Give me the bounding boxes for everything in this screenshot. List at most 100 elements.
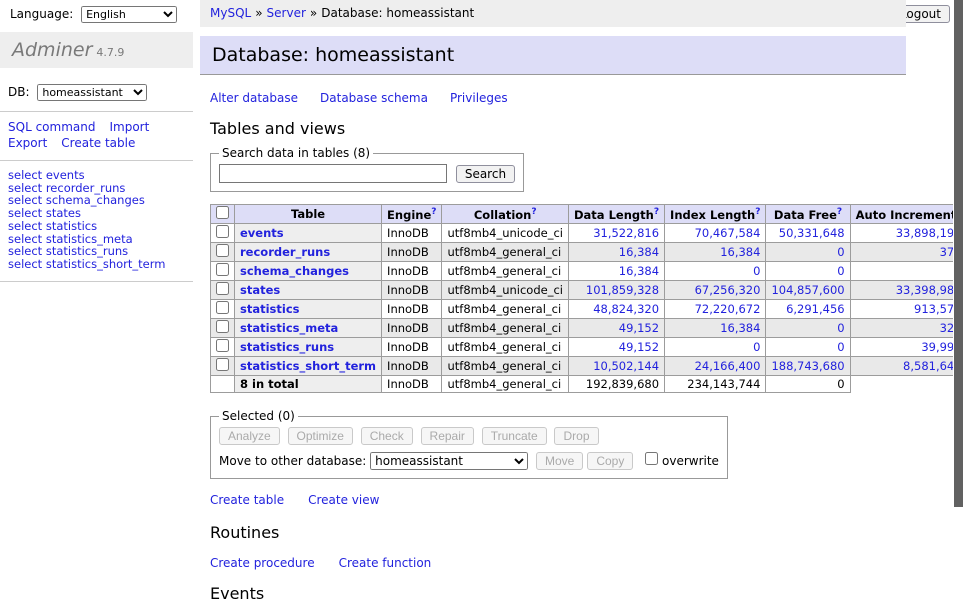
- index-length-cell-link[interactable]: 16,384: [720, 321, 760, 335]
- overwrite-checkbox[interactable]: [645, 452, 658, 465]
- column-header-label: Data Length: [574, 207, 654, 221]
- help-link[interactable]: ?: [755, 207, 760, 217]
- auto-increment-cell: 6: [850, 262, 966, 281]
- table-name-link[interactable]: statistics: [240, 302, 300, 316]
- db-nav-alter-database[interactable]: Alter database: [210, 91, 298, 105]
- data-free-cell: 0: [766, 262, 850, 281]
- auto-increment-cell: 8,581,645: [850, 357, 966, 376]
- table-name-link[interactable]: events: [240, 226, 284, 240]
- search-legend: Search data in tables (8): [219, 146, 373, 160]
- create-function-link[interactable]: Create function: [339, 556, 432, 570]
- table-name-cell: statistics_runs: [235, 338, 382, 357]
- data-free-cell-link[interactable]: 0: [837, 340, 844, 354]
- language-select[interactable]: English: [81, 6, 177, 23]
- breadcrumb-link[interactable]: Server: [267, 6, 306, 20]
- data-length-cell-link[interactable]: 31,522,816: [593, 226, 659, 240]
- collation-cell: utf8mb4_general_ci: [442, 262, 569, 281]
- index-length-cell-link[interactable]: 0: [753, 264, 760, 278]
- data-free-cell-link[interactable]: 104,857,600: [771, 283, 844, 297]
- data-free-cell-link[interactable]: 0: [837, 245, 844, 259]
- row-checkbox[interactable]: [216, 244, 229, 257]
- check-button[interactable]: Check: [361, 427, 413, 445]
- auto-increment-cell-link[interactable]: 33,398,984: [896, 283, 962, 297]
- data-length-cell-link[interactable]: 101,859,328: [586, 283, 659, 297]
- analyze-button[interactable]: Analyze: [219, 427, 280, 445]
- search-button[interactable]: Search: [456, 165, 515, 183]
- data-free-cell-link[interactable]: 50,331,648: [779, 226, 845, 240]
- row-checkbox[interactable]: [216, 263, 229, 276]
- db-nav-database-schema[interactable]: Database schema: [320, 91, 428, 105]
- data-length-cell-link[interactable]: 49,152: [619, 321, 659, 335]
- data-length-cell-link[interactable]: 49,152: [619, 340, 659, 354]
- data-length-cell-link[interactable]: 16,384: [619, 264, 659, 278]
- help-link[interactable]: ?: [837, 207, 842, 217]
- db-select[interactable]: homeassistant: [37, 84, 147, 101]
- index-length-cell-link[interactable]: 70,467,584: [695, 226, 761, 240]
- row-checkbox[interactable]: [216, 301, 229, 314]
- optimize-button[interactable]: Optimize: [288, 427, 353, 445]
- db-nav-privileges[interactable]: Privileges: [450, 91, 508, 105]
- row-checkbox[interactable]: [216, 320, 229, 333]
- create-table-link[interactable]: Create table: [210, 493, 284, 507]
- help-link[interactable]: ?: [531, 207, 536, 217]
- truncate-button[interactable]: Truncate: [482, 427, 547, 445]
- scrollbar-thumb[interactable]: [954, 0, 963, 507]
- repair-button[interactable]: Repair: [421, 427, 474, 445]
- total-index-length-cell: 234,143,744: [665, 376, 766, 393]
- search-fieldset: Search data in tables (8) Search: [210, 146, 524, 192]
- index-length-cell-link[interactable]: 67,256,320: [695, 283, 761, 297]
- move-button[interactable]: Move: [536, 452, 583, 470]
- index-length-cell-link[interactable]: 24,166,400: [695, 359, 761, 373]
- help-link[interactable]: ?: [431, 207, 436, 217]
- data-free-cell: 188,743,680: [766, 357, 850, 376]
- data-free-cell-link[interactable]: 0: [837, 264, 844, 278]
- search-input[interactable]: [219, 164, 447, 183]
- adminer-version: 4.7.9: [96, 46, 124, 59]
- drop-button[interactable]: Drop: [554, 427, 598, 445]
- row-checkbox-cell: [211, 243, 235, 262]
- row-checkbox[interactable]: [216, 225, 229, 238]
- row-checkbox[interactable]: [216, 339, 229, 352]
- index-length-cell-link[interactable]: 16,384: [720, 245, 760, 259]
- select-all-checkbox[interactable]: [216, 206, 229, 219]
- db-label: DB:: [8, 85, 30, 99]
- table-name-link[interactable]: statistics_short_term: [240, 359, 376, 373]
- table-name-link[interactable]: recorder_runs: [240, 245, 330, 259]
- sidebar-table-link[interactable]: select statistics_short_term: [8, 257, 165, 271]
- data-length-cell-link[interactable]: 16,384: [619, 245, 659, 259]
- sidebar-action-export[interactable]: Export: [8, 136, 47, 150]
- create-view-link[interactable]: Create view: [308, 493, 379, 507]
- column-header-engine: Engine?: [382, 205, 442, 224]
- breadcrumb-link[interactable]: MySQL: [210, 6, 251, 20]
- table-name-link[interactable]: statistics_runs: [240, 340, 334, 354]
- data-free-cell-link[interactable]: 6,291,456: [786, 302, 845, 316]
- sidebar-action-sql-command[interactable]: SQL command: [8, 120, 95, 134]
- copy-button[interactable]: Copy: [587, 452, 633, 470]
- row-checkbox-cell: [211, 338, 235, 357]
- sidebar-action-import[interactable]: Import: [109, 120, 149, 134]
- data-length-cell-link[interactable]: 48,824,320: [593, 302, 659, 316]
- row-checkbox[interactable]: [216, 282, 229, 295]
- table-name-link[interactable]: states: [240, 283, 280, 297]
- help-link[interactable]: ?: [654, 207, 659, 217]
- breadcrumb: MySQL»Server»Database: homeassistant: [200, 0, 906, 27]
- index-length-cell-link[interactable]: 72,220,672: [695, 302, 761, 316]
- table-name-link[interactable]: schema_changes: [240, 264, 349, 278]
- create-procedure-link[interactable]: Create procedure: [210, 556, 315, 570]
- sidebar-table-link-item: select statistics_short_term: [8, 258, 193, 271]
- index-length-cell: 16,384: [665, 243, 766, 262]
- move-database-select[interactable]: homeassistant: [370, 452, 528, 470]
- table-name-link[interactable]: statistics_meta: [240, 321, 338, 335]
- index-length-cell-link[interactable]: 0: [753, 340, 760, 354]
- breadcrumb-current: Database: homeassistant: [321, 6, 474, 20]
- table-row: recorder_runsInnoDButf8mb4_general_ci16,…: [211, 243, 966, 262]
- data-length-cell-link[interactable]: 10,502,144: [593, 359, 659, 373]
- data-free-cell-link[interactable]: 0: [837, 321, 844, 335]
- auto-increment-cell-link[interactable]: 33,898,196: [896, 226, 962, 240]
- page-title: Database: homeassistant: [200, 36, 906, 75]
- row-checkbox[interactable]: [216, 358, 229, 371]
- column-header-data-free: Data Free?: [766, 205, 850, 224]
- data-free-cell-link[interactable]: 188,743,680: [771, 359, 844, 373]
- table-header-row: TableEngine?Collation?Data Length?Index …: [211, 205, 966, 224]
- sidebar-action-create-table[interactable]: Create table: [61, 136, 135, 150]
